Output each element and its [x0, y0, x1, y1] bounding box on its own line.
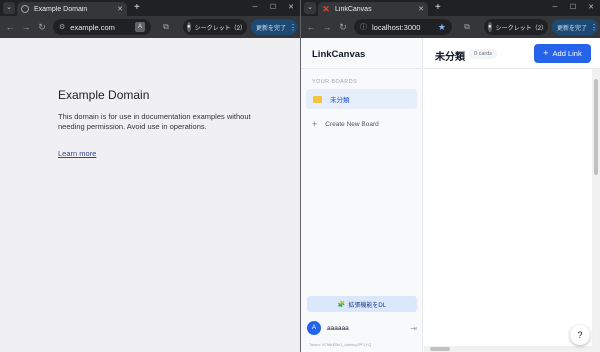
create-board-button[interactable]: + Create New Board: [312, 120, 379, 129]
app-favicon-icon: ✕: [322, 4, 330, 14]
update-label: 更新を完了: [256, 25, 287, 32]
maximize-icon[interactable]: ☐: [564, 1, 582, 15]
close-window-icon[interactable]: ✕: [282, 1, 300, 15]
incognito-label: シークレット（2）: [495, 25, 547, 32]
add-link-label: Add Link: [552, 49, 582, 58]
incognito-icon: ●: [488, 22, 492, 32]
reload-icon[interactable]: ↻: [337, 21, 349, 33]
user-name: aaaaaa: [327, 324, 349, 332]
incognito-icon: ●: [187, 22, 191, 32]
back-icon[interactable]: ←: [305, 21, 317, 33]
reload-icon[interactable]: ↻: [36, 21, 48, 33]
help-button[interactable]: ?: [570, 325, 590, 345]
browser-window-right: ⌄ ✕ LinkCanvas ✕ + ─ ☐ ✕ ← → ↻ ⓘ localho…: [301, 0, 600, 352]
add-link-button[interactable]: + Add Link: [534, 44, 591, 63]
window-controls: ─ ☐ ✕: [246, 1, 300, 15]
close-tab-icon[interactable]: ✕: [418, 5, 424, 13]
avatar: A: [307, 321, 321, 335]
tab-search-icon[interactable]: ⌄: [3, 2, 15, 14]
site-info-icon[interactable]: ⚙: [59, 23, 65, 31]
tab-strip: ⌄ ✕ LinkCanvas ✕ + ─ ☐ ✕: [301, 0, 600, 16]
tab-title: LinkCanvas: [335, 5, 372, 13]
extensions-icon[interactable]: ⧉: [461, 21, 473, 33]
plus-icon: +: [312, 119, 318, 129]
token-text: Token: XOWrEBc1_tokenqJPFLYQ: [309, 342, 372, 347]
close-window-icon[interactable]: ✕: [582, 1, 600, 15]
boards-section-label: YOUR BOARDS: [312, 79, 358, 85]
close-tab-icon[interactable]: ✕: [117, 5, 123, 13]
update-button[interactable]: 更新を完了 ⋮: [251, 19, 297, 35]
new-tab-button[interactable]: +: [435, 2, 441, 14]
new-tab-button[interactable]: +: [134, 2, 140, 14]
forward-icon[interactable]: →: [20, 21, 32, 33]
scrollbar-thumb[interactable]: [430, 347, 450, 351]
maximize-icon[interactable]: ☐: [264, 1, 282, 15]
sidebar-item-board[interactable]: 未分類: [306, 89, 417, 109]
incognito-label: シークレット（2）: [194, 25, 246, 32]
scrollbar-thumb[interactable]: [594, 79, 598, 175]
tab-example-domain[interactable]: Example Domain ✕: [17, 2, 127, 16]
browser-window-left: ⌄ Example Domain ✕ + ─ ☐ ✕ ← → ↻ ⚙ examp…: [0, 0, 300, 352]
learn-more-link[interactable]: Learn more: [58, 149, 96, 158]
extensions-icon[interactable]: ⧉: [160, 21, 172, 33]
forward-icon[interactable]: →: [321, 21, 333, 33]
user-row: A aaaaaa ⇥: [307, 319, 417, 337]
puzzle-icon: 🧩: [337, 301, 346, 308]
menu-icon[interactable]: ⋮: [289, 23, 297, 32]
sidebar: LinkCanvas YOUR BOARDS 未分類 + Create New …: [301, 38, 423, 352]
browser-toolbar: ← → ↻ ⓘ localhost:3000 ★ ⧉ ● シークレット（2） 更…: [301, 16, 600, 38]
tab-search-icon[interactable]: ⌄: [304, 2, 316, 14]
update-button[interactable]: 更新を完了 ⋮: [552, 19, 598, 35]
create-board-label: Create New Board: [325, 121, 379, 128]
vertical-scrollbar[interactable]: [592, 69, 600, 352]
board-title: 未分類: [435, 52, 465, 63]
horizontal-scrollbar[interactable]: [424, 346, 592, 352]
browser-toolbar: ← → ↻ ⚙ example.com A ⧉ ● シークレット（2） 更新を完…: [0, 16, 300, 38]
logout-icon[interactable]: ⇥: [410, 324, 417, 333]
extension-download-button[interactable]: 🧩 拡張機能をDL: [307, 296, 417, 312]
tab-title: Example Domain: [34, 5, 88, 13]
site-info-icon[interactable]: ⓘ: [360, 22, 367, 32]
page-body: This domain is for use in documentation …: [58, 112, 251, 131]
globe-icon: [21, 5, 29, 13]
url-text: localhost:3000: [372, 22, 421, 32]
menu-icon[interactable]: ⋮: [590, 23, 598, 32]
board-label: 未分類: [330, 97, 350, 104]
url-text: example.com: [70, 22, 115, 32]
example-content: Example Domain This domain is for use in…: [58, 88, 258, 161]
app-viewport: LinkCanvas YOUR BOARDS 未分類 + Create New …: [301, 38, 600, 352]
translate-icon[interactable]: A: [135, 22, 145, 32]
page-heading: Example Domain: [58, 88, 150, 102]
bookmark-star-icon[interactable]: ★: [438, 22, 446, 33]
address-bar[interactable]: ⚙ example.com A: [53, 19, 151, 35]
tab-linkcanvas[interactable]: ✕ LinkCanvas ✕: [318, 2, 428, 16]
app-brand: LinkCanvas: [301, 38, 423, 69]
extension-download-label: 拡張機能をDL: [348, 302, 387, 309]
incognito-indicator[interactable]: ● シークレット（2）: [183, 19, 247, 35]
update-label: 更新を完了: [557, 25, 588, 32]
card-count-badge: 0 cards: [469, 49, 498, 59]
window-controls: ─ ☐ ✕: [546, 1, 600, 15]
tab-strip: ⌄ Example Domain ✕ + ─ ☐ ✕: [0, 0, 300, 16]
minimize-icon[interactable]: ─: [246, 1, 264, 15]
plus-icon: +: [543, 48, 549, 58]
folder-icon: [313, 95, 322, 103]
board-header: 未分類 0 cards + Add Link: [424, 38, 600, 69]
page-viewport: Example Domain This domain is for use in…: [0, 38, 300, 352]
back-icon[interactable]: ←: [4, 21, 16, 33]
minimize-icon[interactable]: ─: [546, 1, 564, 15]
incognito-indicator[interactable]: ● シークレット（2）: [484, 19, 548, 35]
address-bar[interactable]: ⓘ localhost:3000 ★: [354, 19, 452, 35]
